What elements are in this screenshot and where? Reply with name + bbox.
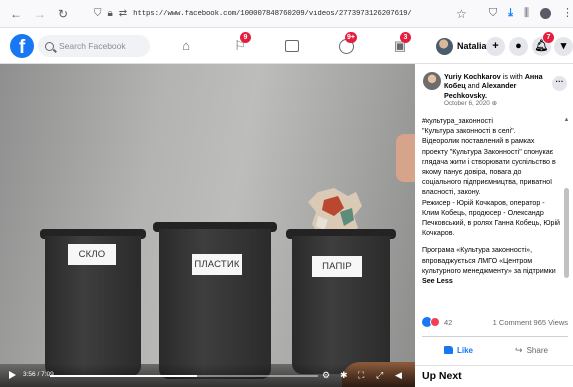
scroll-up-icon[interactable]: ▲: [563, 116, 570, 124]
messenger-button[interactable]: ●: [509, 37, 528, 56]
post-line: Програма «Культура законності», впровадж…: [422, 246, 556, 275]
post-line: Режисер - Юрій Кочкаров, оператор - Клим…: [422, 198, 561, 238]
more-options-button[interactable]: ···: [552, 76, 567, 91]
facebook-logo[interactable]: f: [10, 34, 34, 58]
gear-icon[interactable]: ✱: [340, 370, 348, 380]
notification-badge: 7: [543, 32, 554, 43]
menu-icon[interactable]: ⋮: [562, 8, 573, 19]
search-input[interactable]: [59, 41, 144, 51]
reload-icon[interactable]: ↻: [58, 8, 68, 20]
bin-plastic: [159, 229, 271, 379]
love-reaction-icon[interactable]: [430, 317, 440, 327]
author-name[interactable]: Yuriy Kochkarov: [444, 72, 501, 81]
thumbs-up-icon: [443, 346, 453, 354]
reaction-count[interactable]: 42: [444, 318, 452, 327]
post-line: Відеоролик поставлений в рамках проекту …: [422, 137, 556, 197]
video-progress-fill: [50, 375, 198, 377]
account-menu-button[interactable]: ▾: [554, 37, 573, 56]
bin-label: ПАПІР: [312, 256, 362, 277]
post-line: "Культура законності в селі".: [422, 127, 516, 136]
permissions-icon[interactable]: ⇄: [119, 8, 127, 19]
comments-views: 1 Comment 965 Views: [493, 318, 568, 327]
post-panel: Yuriy Kochkarov is with Анна Кобец and A…: [415, 64, 573, 387]
fullscreen-icon[interactable]: ⛶: [358, 370, 364, 380]
address-bar[interactable]: ⛉ 🔒︎ ⇄ https://www.facebook.com/10000784…: [94, 5, 475, 23]
up-next-heading: Up Next: [422, 370, 462, 382]
messenger-icon: ●: [515, 40, 522, 52]
post-line: #культура_законності: [422, 117, 493, 125]
bin-label: ПЛАСТИК: [192, 254, 242, 275]
nav-pages[interactable]: ⚐ 9: [222, 32, 258, 60]
nav-groups[interactable]: 9+: [328, 32, 364, 60]
arrow-left-icon[interactable]: ←: [10, 8, 22, 20]
nav-gaming[interactable]: ▣ 3: [382, 32, 418, 60]
browser-toolbar-right: ⛉ ⤓ ⫼ ⋮: [475, 8, 573, 19]
search-icon: [45, 41, 54, 51]
post-author-line: Yuriy Kochkarov is with Анна Кобец and A…: [444, 72, 552, 100]
post-stats: 42 1 Comment 965 Views: [422, 315, 568, 329]
notification-badge: 3: [400, 32, 411, 43]
nav-watch[interactable]: [274, 32, 310, 60]
browser-toolbar: ← → ↻ ⛉ 🔒︎ ⇄ https://www.facebook.com/10…: [0, 0, 573, 28]
browser-nav: ← → ↻: [0, 8, 80, 20]
play-icon[interactable]: [9, 371, 16, 379]
profile-name: Natalia: [457, 41, 487, 51]
settings-icon[interactable]: ⚙: [322, 370, 330, 380]
download-icon[interactable]: ⤓: [508, 8, 513, 19]
like-label: Like: [456, 345, 473, 355]
post-date[interactable]: October 6, 2020 ⊕: [444, 99, 497, 107]
avatar[interactable]: [423, 72, 441, 90]
arrow-right-icon[interactable]: →: [34, 8, 46, 20]
video-player[interactable]: СКЛО ПЛАСТИК ПАПІР 3:56 / 7:09 ⚙ ✱ ⛶ ⤢ ◀: [0, 64, 415, 387]
volume-icon[interactable]: ◀: [395, 370, 402, 380]
post-text: #культура_законності "Культура законност…: [422, 116, 560, 286]
post-date-text[interactable]: October 6, 2020: [444, 100, 490, 107]
divider: [415, 365, 573, 366]
notifications-button[interactable]: 🔔︎ 7: [532, 32, 554, 56]
comment-count[interactable]: 1 Comment: [493, 318, 532, 327]
notification-badge: 9: [240, 32, 251, 43]
like-button[interactable]: Like: [422, 340, 495, 360]
divider: [422, 336, 568, 337]
create-button[interactable]: +: [486, 37, 505, 56]
hand-image: [396, 134, 415, 182]
share-icon: ↪: [515, 344, 523, 355]
avatar: [436, 37, 453, 55]
share-button[interactable]: ↪ Share: [495, 340, 568, 360]
view-count: 965 Views: [533, 317, 568, 327]
see-less-link[interactable]: See Less: [422, 276, 560, 286]
with-text: is with: [502, 72, 523, 81]
chevron-down-icon: ▾: [560, 40, 567, 52]
extension-icon[interactable]: [540, 8, 551, 19]
post-actions: Like ↪ Share: [422, 340, 568, 360]
expand-icon[interactable]: ⤢: [376, 370, 383, 380]
share-label: Share: [526, 345, 548, 355]
shield-icon[interactable]: ⛉: [94, 8, 102, 19]
post-gap: [422, 238, 560, 245]
globe-icon: ⊕: [491, 100, 497, 107]
home-icon: ⌂: [182, 38, 190, 53]
url-text[interactable]: https://www.facebook.com/100007848760209…: [133, 10, 412, 18]
scroll-thumb[interactable]: [564, 188, 569, 278]
video-controls: 3:56 / 7:09 ⚙ ✱ ⛶ ⤢ ◀: [0, 364, 415, 387]
video-progress-bar[interactable]: [50, 375, 318, 377]
bin-label: СКЛО: [68, 244, 116, 265]
facebook-header: f ⌂ ⚐ 9 9+ ▣ 3 Natalia + ●: [0, 28, 573, 64]
search-box[interactable]: [38, 35, 150, 57]
pocket-icon[interactable]: ⛉: [489, 8, 497, 19]
lock-icon[interactable]: 🔒︎: [107, 8, 112, 19]
nav-home[interactable]: ⌂: [168, 32, 204, 60]
and-text: and: [467, 81, 480, 91]
bookmark-star-icon[interactable]: ☆: [456, 7, 467, 21]
page: ← → ↻ ⛉ 🔒︎ ⇄ https://www.facebook.com/10…: [0, 0, 573, 387]
profile-link[interactable]: Natalia: [436, 36, 487, 56]
watch-icon: [285, 40, 299, 52]
notification-badge: 9+: [345, 32, 357, 43]
library-icon[interactable]: ⫼: [524, 8, 529, 19]
